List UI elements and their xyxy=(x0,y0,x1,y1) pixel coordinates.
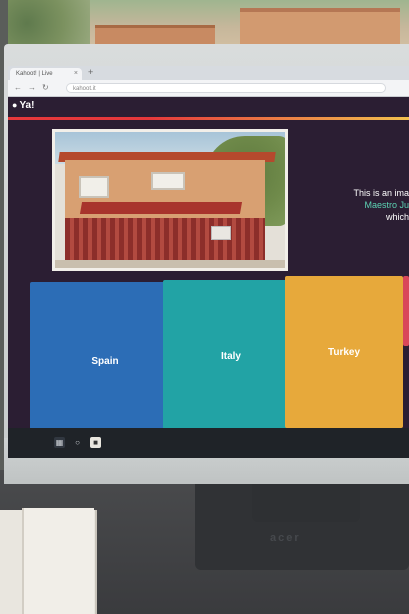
paper-sheet xyxy=(22,508,94,614)
close-icon[interactable]: × xyxy=(74,68,78,80)
answer-option-italy[interactable]: Italy xyxy=(163,280,299,432)
timer-progress-bar xyxy=(8,117,409,120)
question-image xyxy=(52,129,288,271)
question-line: This is an ima xyxy=(353,188,409,198)
quiz-page: ● Ya! This is an ima Maestro Ju which Sp… xyxy=(8,97,409,440)
reload-icon[interactable]: ↻ xyxy=(42,83,49,92)
browser-address-bar: ← → ↻ kahoot.it xyxy=(8,80,409,97)
new-tab-button[interactable]: + xyxy=(88,67,93,77)
logo-icon: ● xyxy=(12,100,18,110)
image-ground xyxy=(55,260,285,268)
answer-label: Italy xyxy=(220,350,241,362)
photo-scene: acer acer Kahoot! | Live × + ← → ↻ kahoo… xyxy=(0,0,409,614)
answer-option-spain[interactable]: Spain xyxy=(30,282,180,440)
windows-start-icon[interactable]: ▦ xyxy=(54,437,65,448)
browser-tab-bar: Kahoot! | Live × + xyxy=(8,66,409,80)
back-icon[interactable]: ← xyxy=(14,83,22,92)
image-fence xyxy=(65,218,265,264)
answer-grid: Spain Italy Turkey xyxy=(30,276,409,440)
url-field[interactable]: kahoot.it xyxy=(66,83,386,93)
answer-option-fourth[interactable] xyxy=(403,276,409,346)
image-window xyxy=(79,176,109,198)
question-line: Maestro Ju xyxy=(364,200,409,210)
image-window xyxy=(151,172,185,190)
quiz-logo: ● Ya! xyxy=(12,100,34,111)
question-text: This is an ima Maestro Ju which xyxy=(308,187,409,247)
browser-tab[interactable]: Kahoot! | Live × xyxy=(10,68,82,80)
answer-option-turkey[interactable]: Turkey xyxy=(285,276,403,428)
answer-label: Turkey xyxy=(327,346,361,358)
monitor-screen: Kahoot! | Live × + ← → ↻ kahoot.it ●Ya! xyxy=(8,66,409,458)
windows-taskbar: ▦ ○ ■ xyxy=(8,428,409,458)
logo-text: Ya! xyxy=(19,100,35,111)
forward-icon[interactable]: → xyxy=(28,83,36,92)
image-awning xyxy=(79,202,243,214)
quiz-header: ● Ya! xyxy=(8,97,409,117)
search-icon[interactable]: ○ xyxy=(72,437,83,448)
stand-logo: acer xyxy=(270,532,301,544)
tab-title: Kahoot! | Live xyxy=(16,71,53,77)
image-sign xyxy=(211,226,231,240)
answer-label: Spain xyxy=(91,355,119,367)
question-line: which xyxy=(385,212,409,222)
app-icon[interactable]: ■ xyxy=(90,437,101,448)
